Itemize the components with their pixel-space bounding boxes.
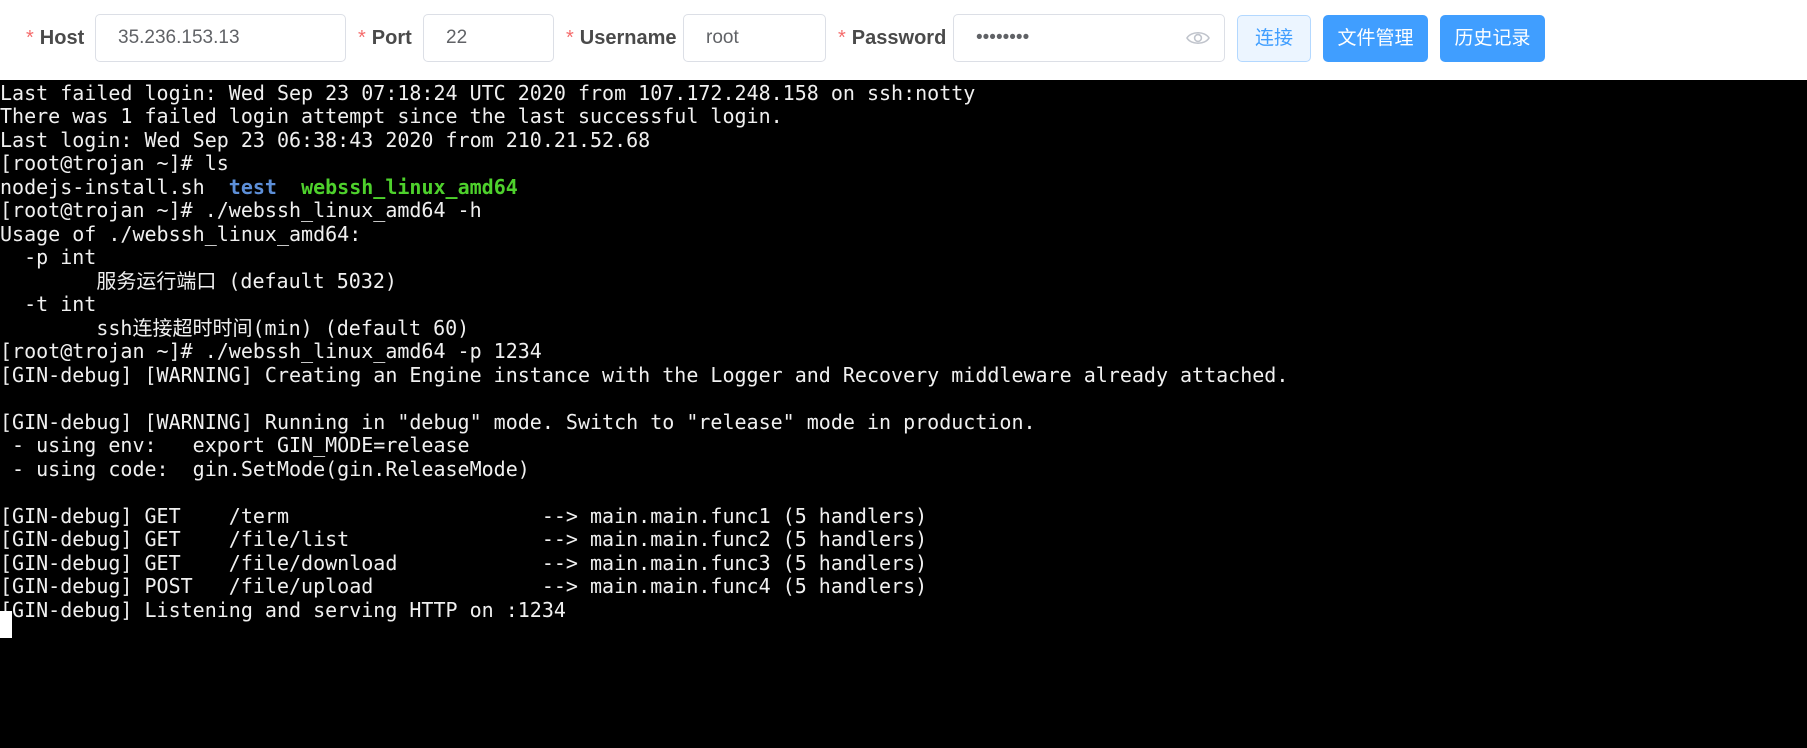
- password-input[interactable]: ••••••••: [953, 14, 1225, 62]
- password-value: ••••••••: [976, 27, 1030, 48]
- username-label-text: Username: [579, 27, 677, 49]
- host-label-text: Host: [39, 27, 85, 49]
- password-label: * Password: [838, 24, 946, 52]
- password-required-mark: *: [838, 27, 846, 49]
- terminal-line: -t int: [0, 292, 97, 316]
- terminal-line: [root@trojan ~]# ./webssh_linux_amd64 -h: [0, 198, 482, 222]
- history-button[interactable]: 历史记录: [1440, 15, 1545, 62]
- terminal-line: There was 1 failed login attempt since t…: [0, 104, 783, 128]
- connection-toolbar: * Host 35.236.153.13 * Port 22 * Username r…: [0, 0, 1807, 80]
- terminal-line: [GIN-debug] [WARNING] Creating an Engine…: [0, 363, 1289, 387]
- terminal-line: [root@trojan ~]# ./webssh_linux_amd64 -p…: [0, 339, 542, 363]
- host-input[interactable]: 35.236.153.13: [95, 14, 346, 62]
- username-required-mark: *: [566, 27, 574, 49]
- terminal-line: [root@trojan ~]# ls: [0, 151, 229, 175]
- terminal[interactable]: Last failed login: Wed Sep 23 07:18:24 U…: [0, 80, 1807, 748]
- host-value: 35.236.153.13: [118, 27, 240, 48]
- host-label: * Host: [26, 24, 84, 52]
- terminal-cursor: [0, 611, 12, 638]
- eye-icon[interactable]: [1186, 28, 1210, 48]
- ls-file: nodejs-install.sh: [0, 175, 205, 199]
- username-label: * Username: [566, 24, 677, 52]
- connect-button[interactable]: 连接: [1237, 15, 1311, 62]
- port-required-mark: *: [358, 27, 366, 49]
- port-value: 22: [446, 27, 468, 48]
- terminal-line: [GIN-debug] POST /file/upload --> main.m…: [0, 574, 928, 598]
- host-required-mark: *: [26, 27, 34, 49]
- terminal-line: [GIN-debug] GET /file/list --> main.main…: [0, 527, 928, 551]
- username-value: root: [706, 27, 739, 48]
- ls-directory: test: [228, 175, 277, 199]
- port-input[interactable]: 22: [423, 14, 554, 62]
- port-label-text: Port: [371, 27, 412, 49]
- terminal-line: - using env: export GIN_MODE=release: [0, 433, 470, 457]
- username-input[interactable]: root: [683, 14, 826, 62]
- terminal-line: -p int: [0, 245, 97, 269]
- terminal-line: [GIN-debug] Listening and serving HTTP o…: [0, 598, 566, 622]
- file-manager-button[interactable]: 文件管理: [1323, 15, 1428, 62]
- password-label-text: Password: [851, 27, 947, 49]
- terminal-line: - using code: gin.SetMode(gin.ReleaseMod…: [0, 457, 530, 481]
- port-label: * Port: [358, 24, 412, 52]
- ls-executable: webssh_linux_amd64: [301, 175, 518, 199]
